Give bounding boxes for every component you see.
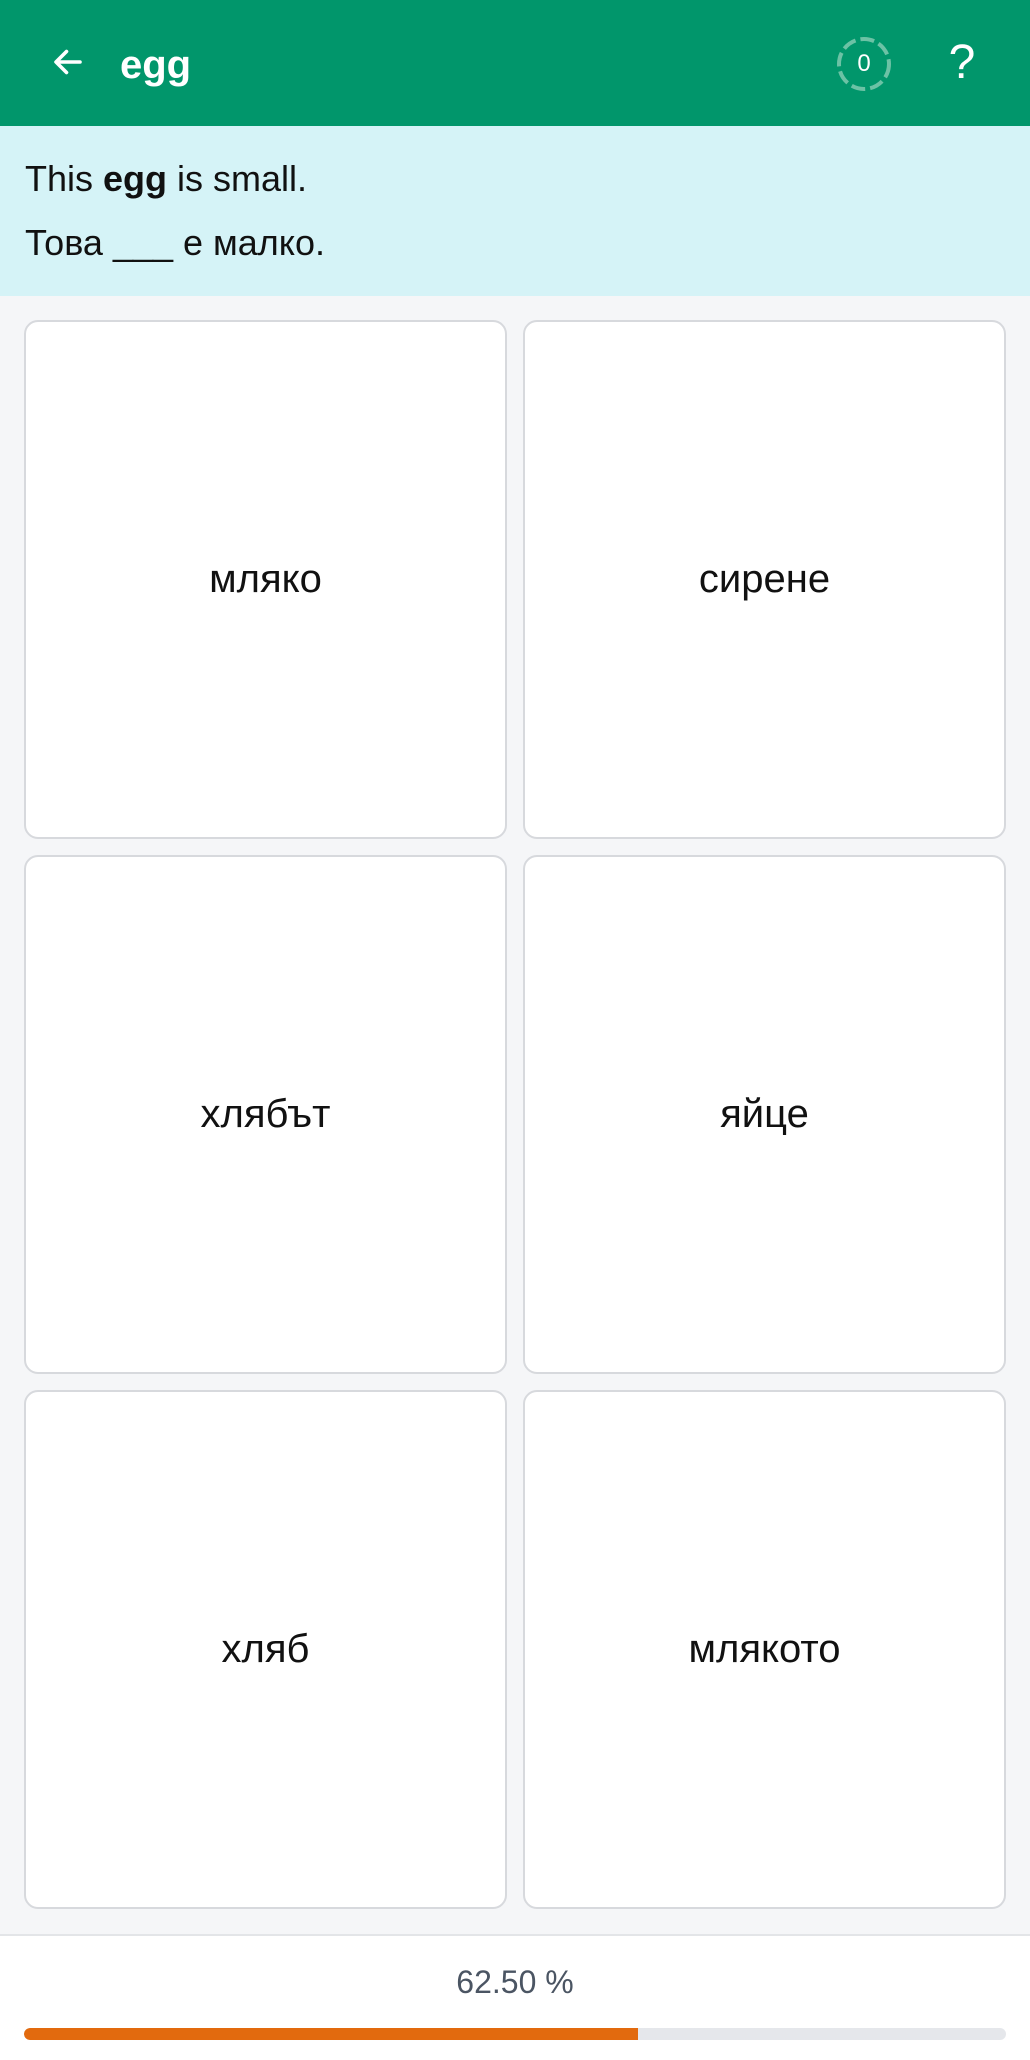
bulgarian-sentence: Това ___ е малко. — [25, 222, 325, 263]
english-sentence-end: is small. — [167, 158, 308, 199]
progress-bar-fill — [24, 2028, 638, 2040]
answer-option[interactable]: хлябът — [24, 855, 507, 1374]
target-word: egg — [103, 158, 168, 199]
sentence-prompt: This egg is small. Това ___ е малко. — [0, 126, 1030, 296]
answer-option[interactable]: яйце — [523, 855, 1006, 1374]
back-button[interactable] — [44, 38, 92, 86]
progress-percentage: 62.50 % — [456, 1964, 574, 2000]
page-title: egg — [120, 43, 192, 87]
answer-option[interactable]: млякото — [523, 1390, 1006, 1909]
progress-bar — [24, 2028, 1006, 2040]
score-value: 0 — [857, 50, 871, 77]
top-app-bar: egg 0 ? — [0, 0, 1030, 126]
arrow-left-icon — [54, 49, 82, 75]
answer-option[interactable]: хляб — [24, 1390, 507, 1909]
answer-option[interactable]: мляко — [24, 320, 507, 839]
help-button[interactable]: ? — [936, 30, 988, 96]
english-sentence-start: This — [25, 158, 104, 199]
english-sentence: This egg is small. — [25, 158, 307, 200]
answer-options-grid: мляко сирене хлябът яйце хляб млякото — [24, 320, 1006, 1909]
answer-option[interactable]: сирене — [523, 320, 1006, 839]
progress-footer: 62.50 % — [0, 1934, 1030, 2060]
score-indicator[interactable]: 0 — [836, 36, 892, 92]
